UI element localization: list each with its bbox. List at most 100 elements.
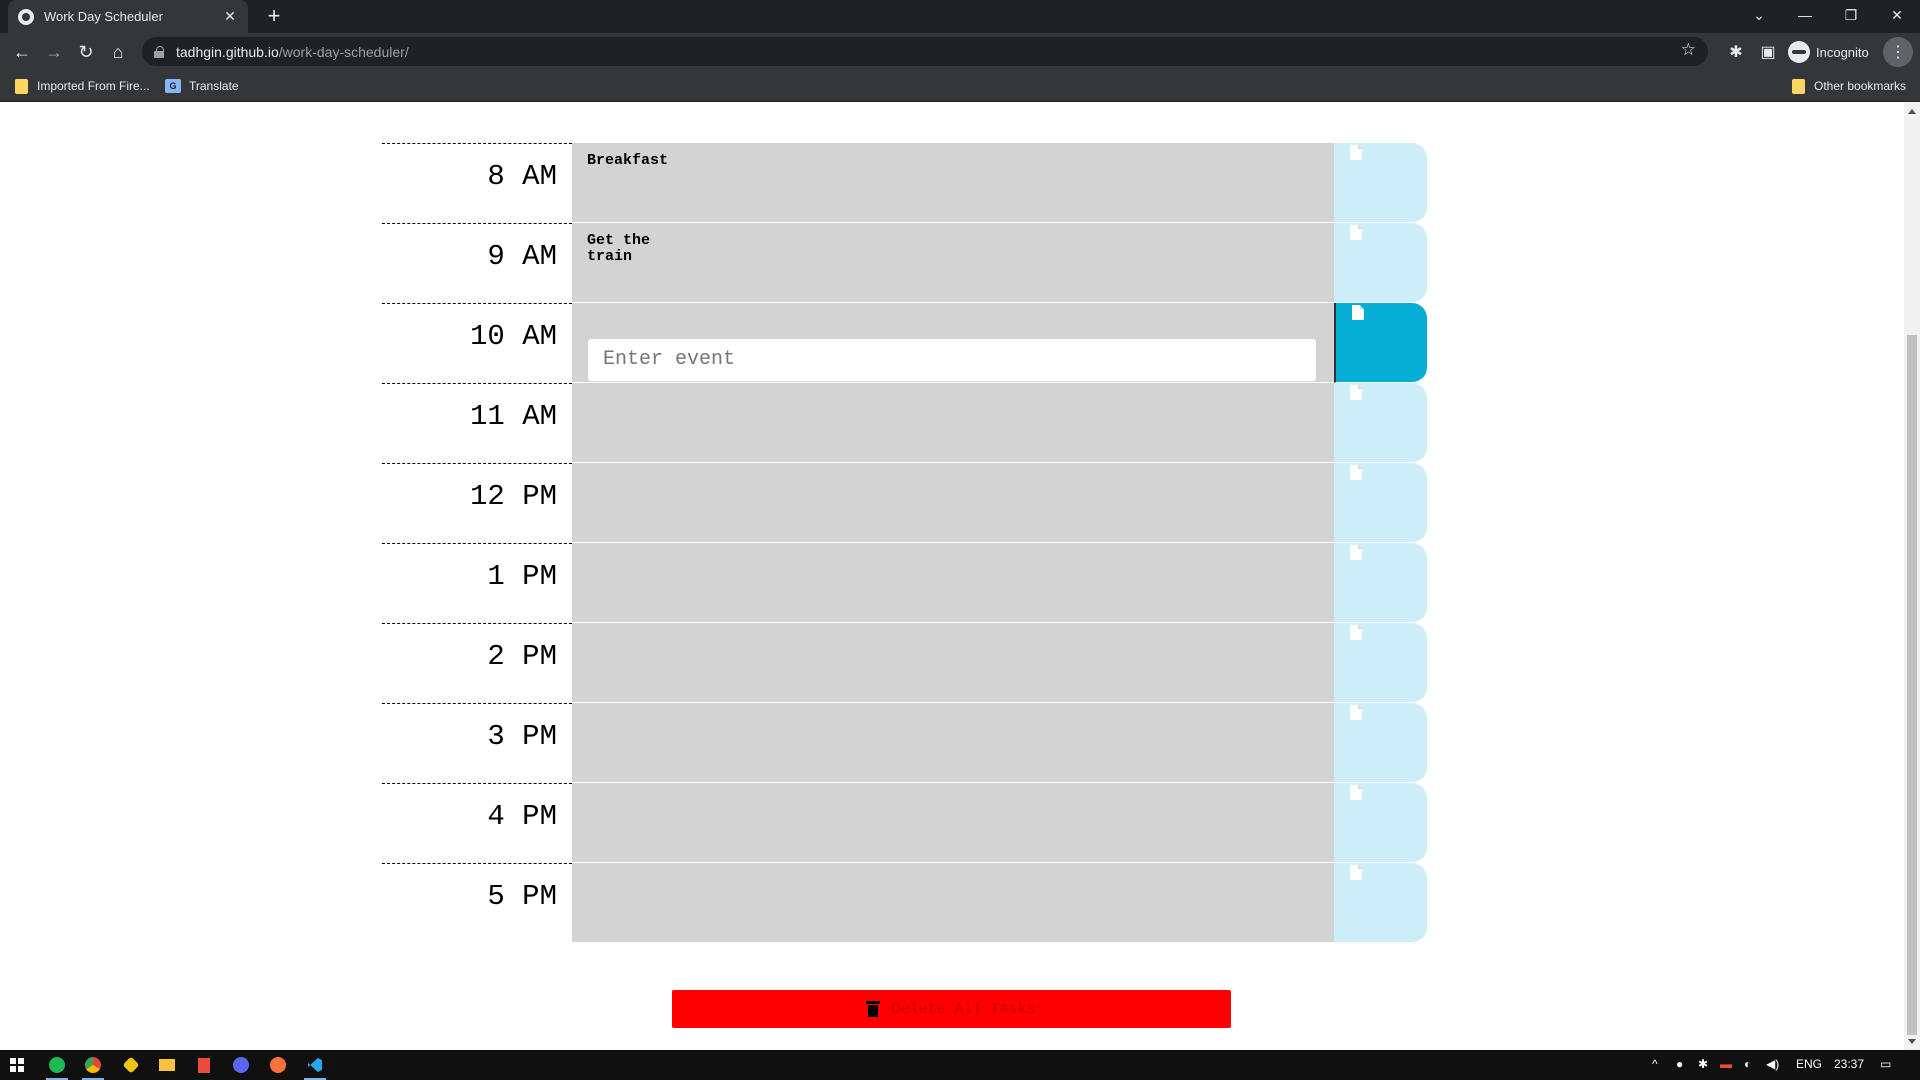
trash-icon bbox=[866, 1001, 881, 1017]
git-icon[interactable] bbox=[114, 1050, 148, 1080]
folder-icon bbox=[1792, 78, 1805, 94]
browser-toolbar: ← → ↻ ⌂ tadhgin.github.io /work-day-sche… bbox=[0, 33, 1920, 70]
save-file-icon bbox=[1352, 305, 1364, 320]
bookmark-star-icon[interactable]: ☆ bbox=[1681, 40, 1696, 60]
tab-search-icon[interactable]: ⌄ bbox=[1736, 0, 1782, 30]
time-block-row: 2 PM bbox=[382, 623, 1427, 703]
chrome-icon[interactable] bbox=[76, 1050, 110, 1080]
hour-label: 4 PM bbox=[382, 783, 572, 863]
forward-icon[interactable]: → bbox=[40, 38, 68, 66]
delete-all-tasks-button[interactable]: Delete All Tasks bbox=[672, 990, 1231, 1028]
event-description[interactable] bbox=[572, 463, 1334, 543]
close-window-button[interactable]: ✕ bbox=[1874, 0, 1920, 30]
delete-label: Delete All Tasks bbox=[891, 1000, 1036, 1018]
save-button[interactable] bbox=[1334, 223, 1427, 303]
tab-strip: Work Day Scheduler ✕ + ⌄ — ❐ ✕ bbox=[0, 0, 1920, 33]
scroll-down-icon[interactable] bbox=[1908, 1039, 1916, 1044]
tray-app-icon[interactable]: ● bbox=[1676, 1057, 1683, 1071]
incognito-profile[interactable]: Incognito bbox=[1788, 38, 1869, 66]
scrollbar-thumb[interactable] bbox=[1907, 335, 1917, 1035]
time-block-row: 10 AM Enter event bbox=[382, 303, 1427, 383]
event-description[interactable] bbox=[572, 543, 1334, 623]
save-button[interactable] bbox=[1334, 543, 1427, 623]
time-block-row: 3 PM bbox=[382, 703, 1427, 783]
event-description[interactable] bbox=[572, 783, 1334, 863]
incognito-icon bbox=[1788, 41, 1810, 63]
save-button[interactable] bbox=[1334, 143, 1427, 223]
save-file-icon bbox=[1350, 865, 1362, 880]
firefox-icon[interactable] bbox=[261, 1050, 295, 1080]
time-block-row: 11 AM bbox=[382, 383, 1427, 463]
extensions-icon[interactable]: ✱ bbox=[1722, 38, 1750, 66]
discord-icon[interactable] bbox=[224, 1050, 258, 1080]
home-icon[interactable]: ⌂ bbox=[104, 38, 132, 66]
hour-label: 2 PM bbox=[382, 623, 572, 703]
reload-icon[interactable]: ↻ bbox=[72, 38, 100, 66]
github-icon bbox=[18, 8, 34, 25]
page-scrollbar[interactable] bbox=[1904, 103, 1920, 1050]
event-description[interactable]: Get the train bbox=[572, 223, 1334, 303]
save-file-icon bbox=[1350, 785, 1362, 800]
vscode-icon[interactable] bbox=[298, 1050, 332, 1080]
save-button[interactable] bbox=[1334, 623, 1427, 703]
new-tab-button[interactable]: + bbox=[262, 4, 286, 28]
scheduler-timeblocks: 8 AM Breakfast 9 AM Get the train 10 AM … bbox=[382, 143, 1427, 943]
event-description[interactable] bbox=[572, 383, 1334, 463]
event-description[interactable] bbox=[572, 863, 1334, 943]
clock[interactable]: 23:37 bbox=[1834, 1057, 1864, 1071]
time-block-row: 8 AM Breakfast bbox=[382, 143, 1427, 223]
office-icon[interactable] bbox=[187, 1050, 221, 1080]
event-description[interactable] bbox=[572, 623, 1334, 703]
time-block-row: 12 PM bbox=[382, 463, 1427, 543]
bookmark-translate[interactable]: G Translate bbox=[165, 77, 239, 95]
tray-app-icon[interactable]: ▬ bbox=[1720, 1057, 1732, 1071]
windows-icon bbox=[10, 1058, 24, 1072]
save-file-icon bbox=[1350, 625, 1362, 640]
bookmarks-bar: Imported From Fire... G Translate Other … bbox=[0, 70, 1920, 102]
event-input[interactable]: Enter event bbox=[587, 338, 1317, 382]
minimize-button[interactable]: — bbox=[1782, 0, 1828, 30]
url-path: /work-day-scheduler/ bbox=[278, 43, 409, 60]
save-file-icon bbox=[1350, 705, 1362, 720]
browser-menu-icon[interactable]: ⋮ bbox=[1883, 37, 1913, 67]
tray-overflow-icon[interactable]: ^ bbox=[1652, 1057, 1658, 1071]
close-tab-icon[interactable]: ✕ bbox=[222, 8, 238, 25]
hour-label: 5 PM bbox=[382, 863, 572, 943]
address-bar[interactable]: tadhgin.github.io /work-day-scheduler/ ☆ bbox=[142, 37, 1708, 66]
hour-label: 11 AM bbox=[382, 383, 572, 463]
other-bookmarks[interactable]: Other bookmarks bbox=[1792, 77, 1906, 95]
save-button[interactable] bbox=[1334, 303, 1427, 383]
hour-label: 9 AM bbox=[382, 223, 572, 303]
save-button[interactable] bbox=[1334, 463, 1427, 543]
time-block-row: 5 PM bbox=[382, 863, 1427, 943]
spotify-icon[interactable] bbox=[40, 1050, 74, 1080]
save-file-icon bbox=[1350, 545, 1362, 560]
save-button[interactable] bbox=[1334, 383, 1427, 463]
notifications-icon[interactable]: ▭ bbox=[1880, 1057, 1891, 1071]
page-viewport: 8 AM Breakfast 9 AM Get the train 10 AM … bbox=[0, 103, 1904, 1050]
browser-tab[interactable]: Work Day Scheduler ✕ bbox=[8, 0, 248, 33]
side-panel-icon[interactable]: ▣ bbox=[1754, 38, 1782, 66]
back-icon[interactable]: ← bbox=[8, 38, 36, 66]
bookmark-label: Translate bbox=[189, 79, 239, 93]
windows-taskbar: ^ ● ✱ ▬ ◐ ◀) ENG 23:37 ▭ bbox=[0, 1050, 1920, 1080]
folder-icon bbox=[15, 78, 28, 94]
event-description[interactable]: Breakfast bbox=[572, 143, 1334, 223]
start-button[interactable] bbox=[0, 1050, 34, 1080]
save-file-icon bbox=[1350, 225, 1362, 240]
other-bookmarks-label: Other bookmarks bbox=[1814, 79, 1907, 93]
steam-icon[interactable]: ◐ bbox=[1744, 1057, 1751, 1071]
file-explorer-icon[interactable] bbox=[150, 1050, 184, 1080]
tray-app-icon[interactable]: ✱ bbox=[1698, 1057, 1708, 1071]
event-description[interactable] bbox=[572, 703, 1334, 783]
volume-icon[interactable]: ◀) bbox=[1766, 1057, 1779, 1071]
scroll-up-icon[interactable] bbox=[1908, 109, 1916, 114]
save-button[interactable] bbox=[1334, 703, 1427, 783]
bookmark-imported[interactable]: Imported From Fire... bbox=[15, 77, 150, 95]
language-indicator[interactable]: ENG bbox=[1796, 1057, 1822, 1071]
restore-button[interactable]: ❐ bbox=[1828, 0, 1874, 30]
save-button[interactable] bbox=[1334, 863, 1427, 943]
hour-label: 8 AM bbox=[382, 143, 572, 223]
save-button[interactable] bbox=[1334, 783, 1427, 863]
save-file-icon bbox=[1350, 385, 1362, 400]
